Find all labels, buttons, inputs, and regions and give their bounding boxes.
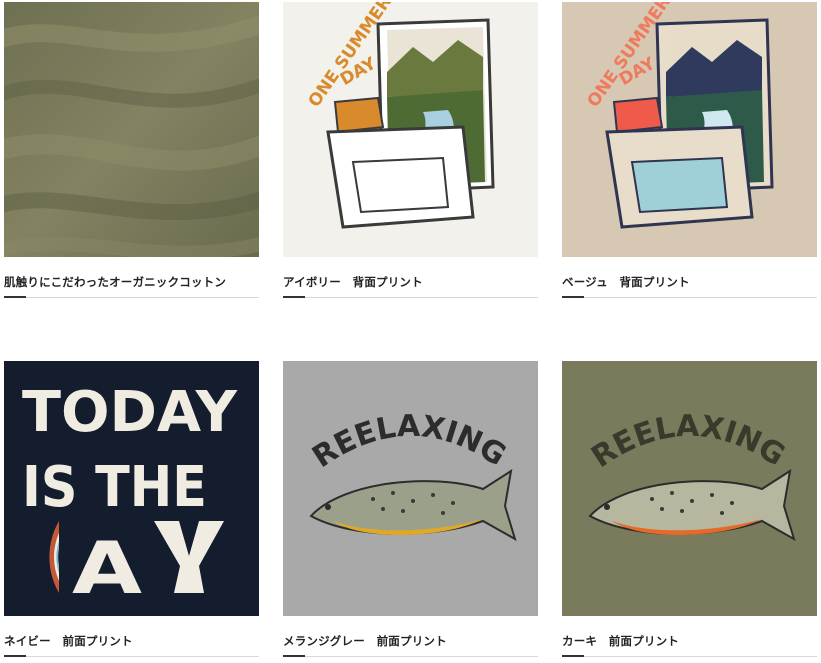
product-card-khaki[interactable]: REELAXING カーキ 前面プリント xyxy=(562,361,817,657)
divider-accent xyxy=(562,655,584,657)
divider xyxy=(4,656,259,657)
navy-front-print-image[interactable]: TODAY IS THE A xyxy=(4,361,259,616)
khaki-front-print-image[interactable]: REELAXING xyxy=(562,361,817,616)
divider xyxy=(562,656,817,657)
product-caption[interactable]: カーキ 前面プリント xyxy=(562,633,679,649)
divider xyxy=(4,297,259,298)
divider-accent xyxy=(283,655,305,657)
divider xyxy=(283,656,538,657)
svg-text:A: A xyxy=(72,526,142,610)
product-caption[interactable]: 肌触りにこだわったオーガニックコットン xyxy=(4,274,226,290)
product-card-grey[interactable]: REELAXING メランジグレー 前面プリント xyxy=(283,361,538,657)
divider xyxy=(283,297,538,298)
product-caption[interactable]: アイボリー 背面プリント xyxy=(283,274,423,290)
ivory-back-print-image[interactable]: ONE SUMMER DAY xyxy=(283,2,538,257)
product-card-navy[interactable]: TODAY IS THE A ネイビー 前面プリント xyxy=(4,361,259,657)
divider-accent xyxy=(4,655,26,657)
beige-back-print-image[interactable]: ONE SUMMER DAY xyxy=(562,2,817,257)
product-caption[interactable]: メランジグレー 前面プリント xyxy=(283,633,447,649)
product-card-beige[interactable]: ONE SUMMER DAY ベージュ 背面プリント xyxy=(562,2,817,298)
product-card-fabric[interactable]: 肌触りにこだわったオーガニックコットン xyxy=(4,2,259,298)
divider-accent xyxy=(4,296,26,298)
fabric-texture-image[interactable] xyxy=(4,2,259,257)
svg-text:IS THE: IS THE xyxy=(22,455,207,520)
product-card-ivory[interactable]: ONE SUMMER DAY アイボリー 背面プリント xyxy=(283,2,538,298)
svg-text:TODAY: TODAY xyxy=(22,380,238,445)
product-caption[interactable]: ベージュ 背面プリント xyxy=(562,274,690,290)
grey-front-print-image[interactable]: REELAXING xyxy=(283,361,538,616)
divider-accent xyxy=(562,296,584,298)
divider xyxy=(562,297,817,298)
divider-accent xyxy=(283,296,305,298)
product-caption[interactable]: ネイビー 前面プリント xyxy=(4,633,133,649)
